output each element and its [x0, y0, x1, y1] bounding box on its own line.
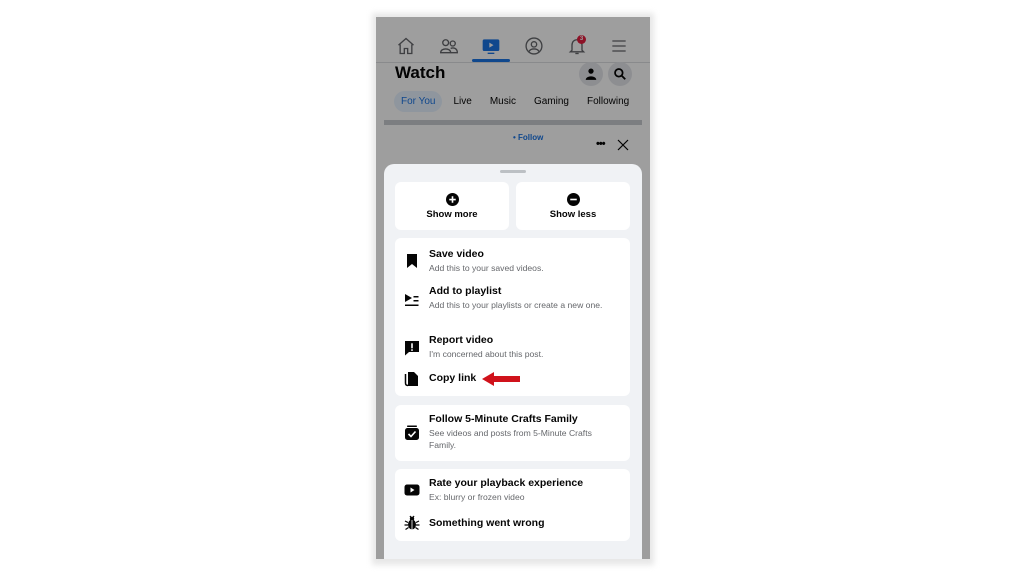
add-to-playlist-subtitle: Add this to your playlists or create a n…	[429, 300, 603, 310]
report-video-title: Report video	[429, 334, 494, 346]
add-to-playlist-title: Add to playlist	[429, 285, 502, 297]
follow-page-card: Follow 5-Minute Crafts Family See videos…	[395, 405, 630, 461]
save-video-item[interactable]: Save video Add this to your saved videos…	[395, 244, 630, 280]
play-video-icon	[404, 482, 420, 498]
report-video-subtitle: I'm concerned about this post.	[429, 349, 544, 359]
copy-link-title: Copy link	[429, 372, 477, 384]
follow-page-item[interactable]: Follow 5-Minute Crafts Family See videos…	[395, 409, 630, 457]
copy-link-icon	[404, 371, 420, 387]
add-to-playlist-item[interactable]: Add to playlist Add this to your playlis…	[395, 282, 630, 328]
bookmark-icon	[404, 253, 420, 269]
follow-page-title: Follow 5-Minute Crafts Family	[429, 413, 578, 425]
rate-playback-title: Rate your playback experience	[429, 477, 584, 489]
feedback-card: Rate your playback experience Ex: blurry…	[395, 469, 630, 541]
playlist-add-icon	[404, 292, 420, 308]
report-video-item[interactable]: Report video I'm concerned about this po…	[395, 331, 630, 365]
red-arrow-annotation	[482, 372, 520, 386]
save-video-title: Save video	[429, 248, 484, 260]
something-went-wrong-item[interactable]: Something went wrong	[395, 513, 630, 535]
follow-page-icon	[404, 425, 420, 441]
minus-circle-icon	[566, 192, 580, 206]
show-less-label: Show less	[549, 208, 597, 220]
bottom-sheet: Show more Show less Save video Add this …	[384, 164, 642, 559]
report-icon	[404, 340, 420, 356]
show-less-button[interactable]: Show less	[516, 182, 630, 230]
follow-page-subtitle: See videos and posts from 5-Minute Craft…	[429, 428, 592, 450]
phone-screen: 3 Watch For You Live Music Gaming Follow…	[376, 17, 650, 559]
something-went-wrong-title: Something went wrong	[429, 517, 545, 529]
bug-icon	[404, 515, 420, 531]
save-video-subtitle: Add this to your saved videos.	[429, 263, 544, 273]
rate-playback-subtitle: Ex: blurry or frozen video	[429, 492, 525, 502]
rate-playback-item[interactable]: Rate your playback experience Ex: blurry…	[395, 473, 630, 507]
plus-circle-icon	[445, 192, 459, 206]
show-more-button[interactable]: Show more	[395, 182, 509, 230]
video-actions-card: Save video Add this to your saved videos…	[395, 238, 630, 396]
show-more-label: Show more	[426, 208, 478, 220]
copy-link-item[interactable]: Copy link	[395, 368, 630, 390]
sheet-drag-handle[interactable]	[500, 170, 526, 173]
